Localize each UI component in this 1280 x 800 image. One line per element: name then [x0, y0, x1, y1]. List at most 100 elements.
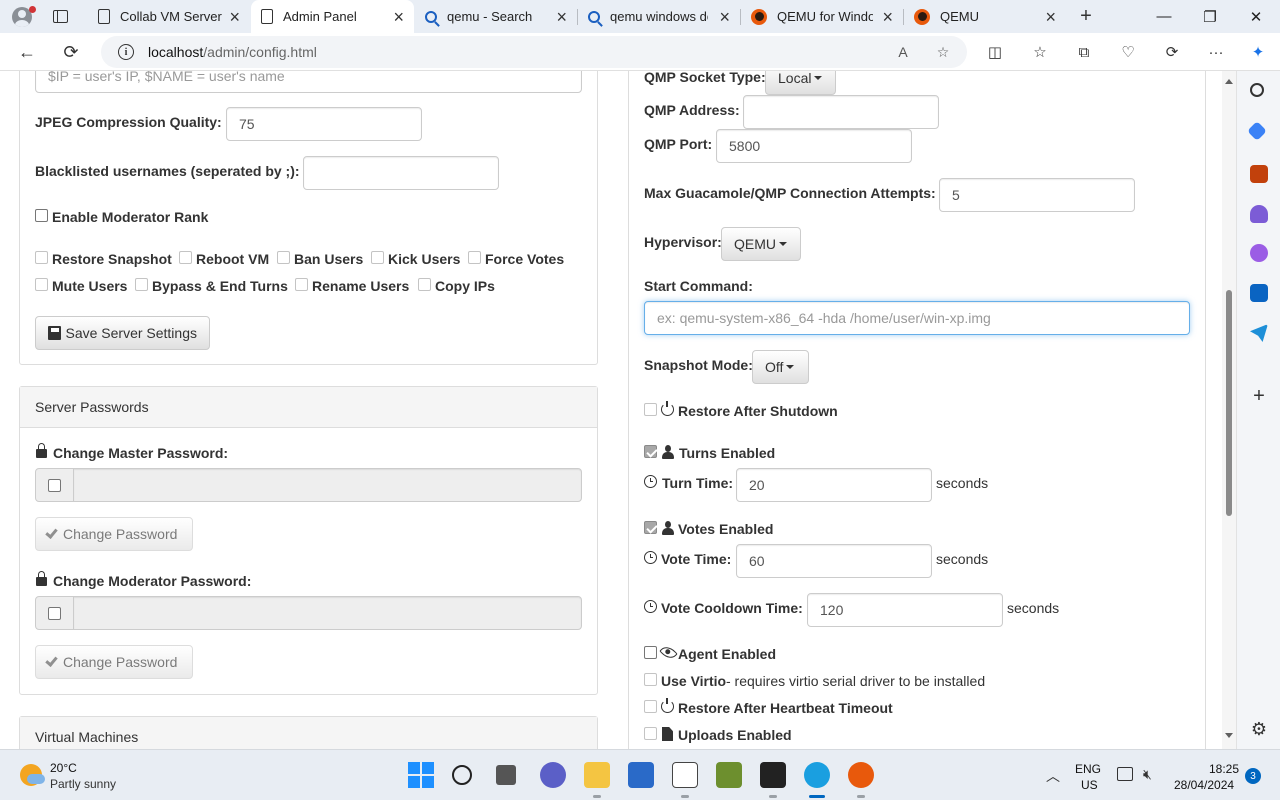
network-icon[interactable]	[1117, 767, 1133, 781]
close-tab-icon[interactable]: ×	[229, 8, 240, 26]
terminal-icon[interactable]	[760, 762, 786, 788]
more-menu-icon[interactable]: ···	[1205, 41, 1227, 63]
weather-temperature[interactable]: 20°C	[50, 761, 77, 775]
minecraft-icon[interactable]	[716, 762, 742, 788]
hypervisor-dropdown[interactable]: QEMU	[721, 227, 801, 261]
shopping-tag-icon[interactable]	[1247, 121, 1267, 141]
scroll-down-arrow-icon[interactable]	[1225, 733, 1233, 738]
qmp-address-input[interactable]	[743, 95, 939, 129]
tab-qemu-for-windows[interactable]: QEMU for Windov ×	[741, 0, 903, 33]
settings-gear-icon[interactable]: ⚙	[1250, 720, 1268, 738]
enable-moderator-rank-checkbox[interactable]	[35, 209, 48, 222]
search-icon[interactable]	[1250, 83, 1264, 97]
close-tab-icon[interactable]: ×	[556, 8, 567, 26]
page-scrollbar[interactable]	[1222, 71, 1236, 749]
vote-cooldown-input[interactable]: 120	[807, 593, 1003, 627]
volume-muted-icon[interactable]: 🔇︎	[1143, 767, 1159, 781]
microsoft-365-icon[interactable]	[1250, 244, 1268, 262]
max-attempts-input[interactable]: 5	[939, 178, 1135, 212]
start-menu-icon[interactable]	[408, 762, 434, 788]
restore-button[interactable]: ❐	[1187, 0, 1233, 33]
close-window-button[interactable]: ✕	[1233, 0, 1279, 33]
turns-enabled-checkbox[interactable]	[644, 445, 657, 458]
tab-admin-panel[interactable]: Admin Panel ×	[251, 0, 414, 33]
site-info-icon[interactable]: i	[118, 44, 134, 60]
read-aloud-icon[interactable]: A	[893, 42, 913, 62]
rename-users-checkbox[interactable]	[295, 278, 308, 291]
chat-icon[interactable]	[540, 762, 566, 788]
qmp-port-input[interactable]: 5800	[716, 129, 912, 163]
close-tab-icon[interactable]: ×	[1045, 8, 1056, 26]
moderator-password-input[interactable]	[73, 596, 582, 630]
kick-users-checkbox[interactable]	[371, 251, 384, 264]
restore-after-shutdown-checkbox[interactable]	[644, 403, 657, 416]
turn-time-input[interactable]: 20	[736, 468, 932, 502]
ban-users-checkbox[interactable]	[277, 251, 290, 264]
task-view-icon[interactable]	[496, 765, 516, 785]
force-votes-checkbox[interactable]	[468, 251, 481, 264]
send-icon[interactable]	[1250, 324, 1268, 342]
notification-badge[interactable]: 3	[1245, 768, 1261, 784]
master-password-input[interactable]	[73, 468, 582, 502]
scroll-thumb[interactable]	[1226, 290, 1232, 516]
language-indicator[interactable]: ENG	[1075, 762, 1101, 776]
microsoft-store-icon[interactable]	[628, 762, 654, 788]
uploads-enabled-checkbox[interactable]	[644, 727, 657, 740]
restore-snapshot-checkbox[interactable]	[35, 251, 48, 264]
tab-collab-vm-server[interactable]: Collab VM Server ×	[88, 0, 250, 33]
tab-qemu-search[interactable]: qemu - Search ×	[415, 0, 577, 33]
change-moderator-password-button[interactable]: Change Password	[35, 645, 193, 679]
close-tab-icon[interactable]: ×	[882, 8, 893, 26]
show-moderator-password-checkbox[interactable]	[48, 607, 61, 620]
qmp-socket-type-dropdown[interactable]: Local	[765, 71, 836, 95]
file-explorer-icon[interactable]	[584, 762, 610, 788]
scroll-up-arrow-icon[interactable]	[1225, 79, 1233, 84]
bypass-end-turns-checkbox[interactable]	[135, 278, 148, 291]
refresh-button[interactable]: ⟳	[56, 37, 86, 67]
edge-browser-icon[interactable]	[804, 762, 830, 788]
show-hidden-icons-chevron-icon[interactable]: ︿	[1046, 766, 1060, 786]
change-master-password-button[interactable]: Change Password	[35, 517, 193, 551]
search-icon[interactable]	[452, 765, 472, 785]
vote-time-input[interactable]: 60	[736, 544, 932, 578]
new-tab-button[interactable]: +	[1075, 4, 1097, 28]
save-server-settings-button[interactable]: Save Server Settings	[35, 316, 210, 350]
favorite-star-icon[interactable]: ☆	[933, 42, 953, 62]
tab-actions-button[interactable]	[44, 0, 76, 33]
jpeg-quality-input[interactable]: 75	[226, 107, 422, 141]
user-ip-name-field[interactable]: $IP = user's IP, $NAME = user's name	[35, 71, 582, 93]
restore-heartbeat-checkbox[interactable]	[644, 700, 657, 713]
start-command-input[interactable]: ex: qemu-system-x86_64 -hda /home/user/w…	[644, 301, 1190, 335]
tab-qemu-windows-search[interactable]: qemu windows do ×	[578, 0, 740, 33]
copilot-icon[interactable]: ✦	[1247, 41, 1269, 63]
games-icon[interactable]	[1250, 205, 1268, 223]
qemu-icon[interactable]	[848, 762, 874, 788]
copy-ips-checkbox[interactable]	[418, 278, 431, 291]
tab-qemu[interactable]: QEMU ×	[904, 0, 1066, 33]
language-region[interactable]: US	[1081, 778, 1098, 792]
agent-enabled-checkbox[interactable]	[644, 646, 657, 659]
collections-icon[interactable]: ⧉	[1073, 41, 1095, 63]
votes-enabled-checkbox[interactable]	[644, 521, 657, 534]
snapshot-mode-dropdown[interactable]: Off	[752, 350, 809, 384]
minimize-button[interactable]: —	[1141, 0, 1187, 33]
back-button[interactable]: ←	[12, 37, 42, 67]
clock-date[interactable]: 28/04/2024	[1174, 778, 1234, 792]
blacklist-input[interactable]	[303, 156, 499, 190]
clock-time[interactable]: 18:25	[1209, 762, 1239, 776]
favorites-icon[interactable]: ☆	[1029, 41, 1051, 63]
add-icon[interactable]: +	[1250, 386, 1268, 406]
tools-icon[interactable]	[1250, 165, 1268, 183]
weather-condition[interactable]: Partly sunny	[50, 777, 116, 791]
outlook-icon[interactable]	[1250, 284, 1268, 302]
split-screen-icon[interactable]: ◫	[984, 41, 1006, 63]
performance-icon[interactable]: ♡	[1117, 41, 1139, 63]
address-bar[interactable]: i localhost/admin/config.html A ☆	[101, 36, 967, 68]
close-tab-icon[interactable]: ×	[393, 8, 404, 26]
browser-essentials-icon[interactable]: ⟳	[1161, 41, 1183, 63]
close-tab-icon[interactable]: ×	[719, 8, 730, 26]
show-master-password-checkbox[interactable]	[48, 479, 61, 492]
use-virtio-checkbox[interactable]	[644, 673, 657, 686]
profile-button[interactable]	[0, 0, 44, 33]
virtual-box-icon[interactable]	[672, 762, 698, 788]
